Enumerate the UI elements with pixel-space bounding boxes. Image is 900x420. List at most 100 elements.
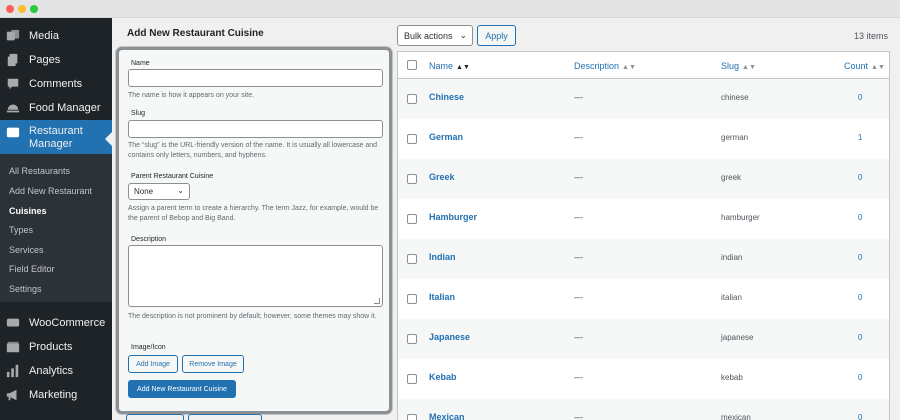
maximize-window-button[interactable] (30, 5, 38, 13)
cuisine-description: — (574, 372, 583, 382)
sidebar-item-label: Food Manager (29, 102, 101, 114)
sidebar-item-label: Media (29, 30, 59, 42)
cuisine-description: — (574, 132, 583, 142)
slug-input[interactable] (128, 120, 383, 138)
row-checkbox[interactable] (407, 374, 417, 384)
cuisine-count-link[interactable]: 0 (858, 253, 862, 262)
cuisine-name-link[interactable]: Japanese (429, 332, 470, 342)
cuisine-count-link[interactable]: 1 (858, 133, 862, 142)
cuisine-count-link[interactable]: 0 (858, 213, 862, 222)
column-header-description[interactable]: Description ▲▼ (574, 61, 636, 71)
description-help: The description is not prominent by defa… (128, 313, 377, 320)
resize-handle[interactable] (374, 298, 380, 304)
row-checkbox[interactable] (407, 94, 417, 104)
media-icon (6, 29, 20, 43)
table-row: Greek — greek 0 (398, 159, 889, 199)
partial-button (126, 414, 184, 420)
sidebar-item-analytics[interactable]: Analytics (0, 359, 112, 383)
row-checkbox[interactable] (407, 174, 417, 184)
cuisine-description: — (574, 332, 583, 342)
add-image-button[interactable]: Add Image (128, 355, 178, 373)
table-row: Japanese — japanese 0 (398, 319, 889, 359)
sidebar-item-products[interactable]: Products (0, 335, 112, 359)
select-all-checkbox[interactable] (407, 60, 417, 70)
table-row: Italian — italian 0 (398, 279, 889, 319)
name-label: Name (131, 60, 150, 67)
pages-icon (6, 53, 20, 67)
cuisine-count-link[interactable]: 0 (858, 173, 862, 182)
products-icon (6, 340, 20, 354)
sidebar-item-media[interactable]: Media (0, 24, 112, 48)
column-header-count[interactable]: Count ▲▼ (844, 61, 885, 71)
submenu-item-settings[interactable]: Settings (9, 284, 42, 294)
sort-icon: ▲▼ (456, 64, 470, 71)
cuisine-name-link[interactable]: Italian (429, 292, 455, 302)
analytics-icon (6, 364, 20, 378)
megaphone-icon (6, 388, 20, 402)
slug-label: Slug (131, 110, 146, 117)
window-titlebar (0, 0, 900, 18)
submenu-item-types[interactable]: Types (9, 225, 33, 235)
cuisine-name-link[interactable]: Greek (429, 172, 455, 182)
name-input[interactable] (128, 69, 383, 87)
sidebar-item-comments[interactable]: Comments (0, 72, 112, 96)
sidebar-item-woocommerce[interactable]: WooCommerce (0, 311, 112, 335)
table-row: Mexican — mexican 0 (398, 399, 889, 420)
chevron-down-icon: ⌄ (459, 30, 467, 40)
add-cuisine-submit-button[interactable]: Add New Restaurant Cuisine (128, 380, 236, 398)
sidebar-item-label: Restaurant Manager (29, 125, 83, 150)
restaurant-manager-submenu: All Restaurants Add New Restaurant Cuisi… (0, 154, 112, 302)
cuisine-description: — (574, 172, 583, 182)
submenu-item-cuisines[interactable]: Cuisines (9, 206, 47, 216)
submenu-item-services[interactable]: Services (9, 245, 44, 255)
cuisine-description: — (574, 412, 583, 420)
cuisine-description: — (574, 212, 583, 222)
remove-image-button[interactable]: Remove Image (182, 355, 244, 373)
cuisine-name-link[interactable]: Hamburger (429, 212, 477, 222)
submenu-item-all-restaurants[interactable]: All Restaurants (9, 166, 70, 176)
column-header-slug[interactable]: Slug ▲▼ (721, 61, 756, 71)
parent-select-value: None (134, 187, 154, 196)
table-row: German — german 1 (398, 119, 889, 159)
description-textarea[interactable] (128, 245, 383, 307)
sidebar-item-marketing[interactable]: Marketing (0, 383, 112, 407)
cuisine-slug: japanese (721, 333, 754, 342)
cuisine-name-link[interactable]: Mexican (429, 412, 465, 420)
cuisine-name-link[interactable]: Chinese (429, 92, 464, 102)
close-window-button[interactable] (6, 5, 14, 13)
cuisine-count-link[interactable]: 0 (858, 373, 862, 382)
sidebar-item-label: WooCommerce (29, 317, 106, 329)
apply-button[interactable]: Apply (477, 25, 516, 46)
row-checkbox[interactable] (407, 414, 417, 420)
admin-sidebar: Media Pages Comments Food Manager Restau… (0, 18, 112, 420)
minimize-window-button[interactable] (18, 5, 26, 13)
bulk-actions-select[interactable]: Bulk actions ⌄ (397, 25, 473, 46)
sort-icon: ▲▼ (871, 64, 885, 71)
sidebar-item-food-manager[interactable]: Food Manager (0, 96, 112, 120)
parent-select[interactable]: None ⌄ (128, 183, 190, 200)
food-manager-icon (6, 101, 20, 115)
image-label: Image/Icon (131, 344, 166, 351)
row-checkbox[interactable] (407, 294, 417, 304)
sort-icon: ▲▼ (622, 64, 636, 71)
chevron-down-icon: ⌄ (177, 186, 184, 195)
cuisine-slug: kebab (721, 373, 743, 382)
parent-help: Assign a parent term to create a hierarc… (128, 205, 379, 222)
bulk-actions-value: Bulk actions (404, 30, 453, 41)
cuisine-name-link[interactable]: German (429, 132, 463, 142)
cuisine-name-link[interactable]: Kebab (429, 372, 457, 382)
row-checkbox[interactable] (407, 254, 417, 264)
sidebar-item-restaurant-manager[interactable]: Restaurant Manager (0, 120, 112, 156)
cuisine-count-link[interactable]: 0 (858, 333, 862, 342)
submenu-item-field-editor[interactable]: Field Editor (9, 264, 55, 274)
row-checkbox[interactable] (407, 134, 417, 144)
cuisine-count-link[interactable]: 0 (858, 93, 862, 102)
row-checkbox[interactable] (407, 334, 417, 344)
cuisine-name-link[interactable]: Indian (429, 252, 456, 262)
submenu-item-add-new-restaurant[interactable]: Add New Restaurant (9, 186, 92, 196)
cuisine-count-link[interactable]: 0 (858, 413, 862, 420)
cuisine-count-link[interactable]: 0 (858, 293, 862, 302)
sidebar-item-pages[interactable]: Pages (0, 48, 112, 72)
row-checkbox[interactable] (407, 214, 417, 224)
column-header-name[interactable]: Name ▲▼ (429, 61, 470, 71)
